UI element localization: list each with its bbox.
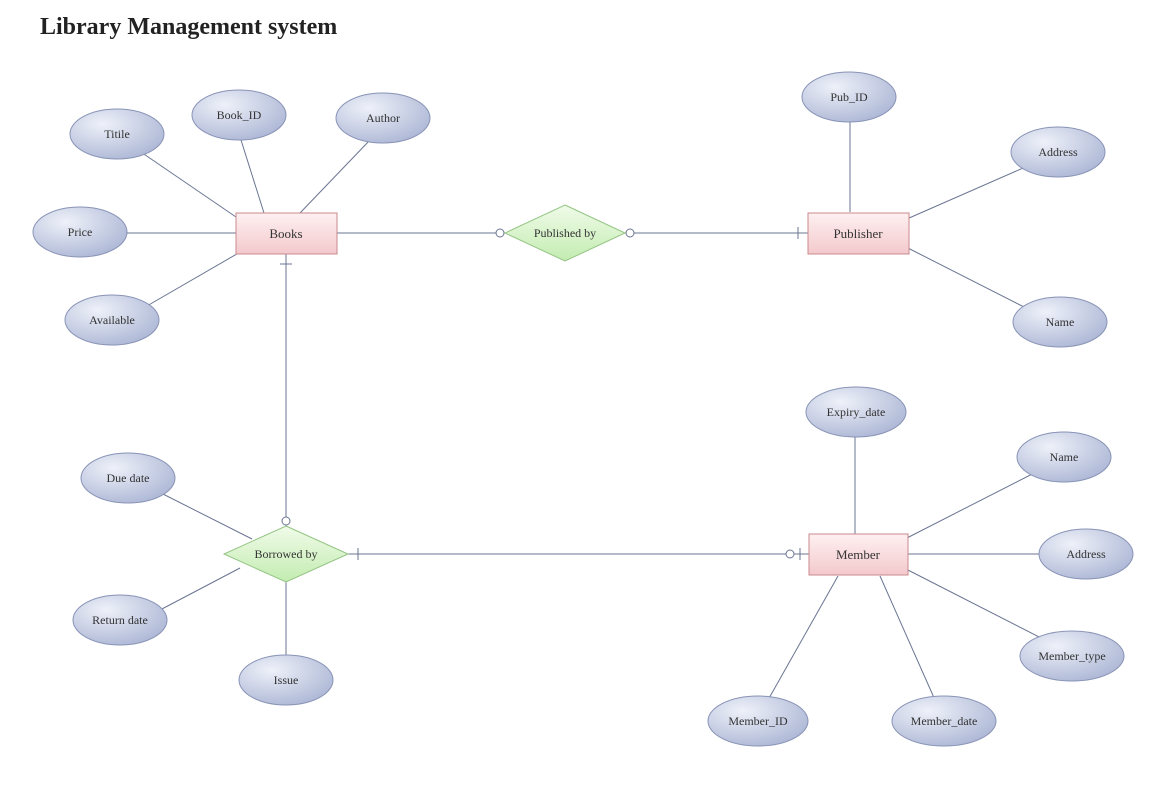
relationship-published-by: Published by [505,205,625,261]
svg-text:Due date: Due date [107,471,150,485]
attr-publisher-address: Address [1011,127,1105,177]
attr-books-book-id: Book_ID [192,90,286,140]
svg-text:Pub_ID: Pub_ID [830,90,868,104]
attr-publisher-name: Name [1013,297,1107,347]
entity-member: Member [809,534,908,575]
attr-member-member-type: Member_type [1020,631,1124,681]
attr-books-available: Available [65,295,159,345]
attr-books-author: Author [336,93,430,143]
svg-text:Issue: Issue [274,673,299,687]
svg-text:Expiry_date: Expiry_date [827,405,886,419]
svg-text:Books: Books [269,226,302,241]
svg-text:Member_ID: Member_ID [728,714,788,728]
connectors [125,120,1045,700]
svg-text:Titile: Titile [104,127,130,141]
entity-books: Books [236,213,337,254]
attr-borrowed-return-date: Return date [73,595,167,645]
attr-member-member-id: Member_ID [708,696,808,746]
svg-text:Name: Name [1046,315,1075,329]
svg-text:Price: Price [68,225,93,239]
svg-text:Borrowed by: Borrowed by [255,547,318,561]
attr-borrowed-due-date: Due date [81,453,175,503]
svg-text:Author: Author [366,111,400,125]
attr-member-address: Address [1039,529,1133,579]
attr-member-name: Name [1017,432,1111,482]
attr-member-member-date: Member_date [892,696,996,746]
svg-text:Member_type: Member_type [1038,649,1105,663]
svg-text:Address: Address [1066,547,1106,561]
attr-member-expiry-date: Expiry_date [806,387,906,437]
svg-text:Member_date: Member_date [911,714,978,728]
svg-text:Member: Member [836,547,881,562]
svg-text:Return date: Return date [92,613,148,627]
attr-borrowed-issue: Issue [239,655,333,705]
entity-publisher: Publisher [808,213,909,254]
attr-publisher-pub-id: Pub_ID [802,72,896,122]
svg-text:Publisher: Publisher [833,226,883,241]
attr-books-title: Titile [70,109,164,159]
svg-text:Name: Name [1050,450,1079,464]
svg-text:Available: Available [89,313,135,327]
svg-text:Address: Address [1038,145,1078,159]
attr-books-price: Price [33,207,127,257]
er-diagram: Books Publisher Member Published by Borr… [0,0,1155,800]
svg-text:Book_ID: Book_ID [217,108,262,122]
svg-text:Published by: Published by [534,226,596,240]
